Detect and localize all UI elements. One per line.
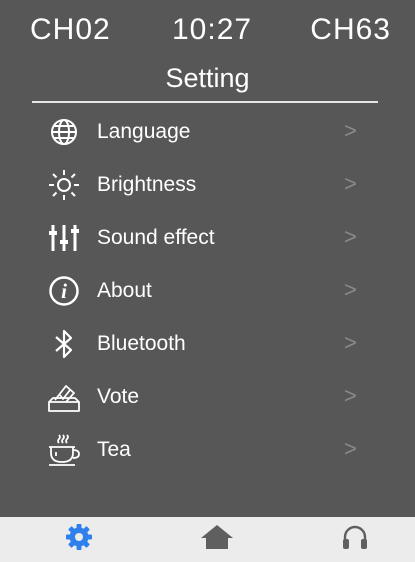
right-channel: CH63 bbox=[310, 13, 391, 46]
bottom-tab-bar bbox=[0, 517, 415, 562]
headphones-icon bbox=[341, 524, 369, 555]
ballot-icon bbox=[46, 379, 82, 415]
menu-item-language[interactable]: Language > bbox=[0, 105, 415, 158]
left-channel: CH02 bbox=[30, 13, 111, 46]
menu-item-label: About bbox=[97, 279, 152, 302]
menu-item-about[interactable]: i About > bbox=[0, 264, 415, 317]
info-icon: i bbox=[46, 273, 82, 309]
menu-item-label: Tea bbox=[97, 438, 131, 461]
bluetooth-icon bbox=[46, 326, 82, 362]
globe-icon bbox=[46, 114, 82, 150]
chevron-right-icon: > bbox=[344, 171, 357, 196]
menu-item-brightness[interactable]: Brightness > bbox=[0, 158, 415, 211]
menu-item-label: Vote bbox=[97, 385, 140, 408]
menu-item-bluetooth[interactable]: Bluetooth > bbox=[0, 317, 415, 370]
svg-text:i: i bbox=[61, 279, 67, 303]
chevron-right-icon: > bbox=[344, 277, 357, 302]
menu-item-label: Bluetooth bbox=[97, 332, 186, 355]
menu-item-label: Sound effect bbox=[97, 226, 215, 249]
chevron-right-icon: > bbox=[344, 224, 357, 249]
status-bar: CH02 10:27 CH63 bbox=[0, 0, 415, 56]
chevron-right-icon: > bbox=[344, 118, 357, 143]
clock-time: 10:27 bbox=[172, 13, 253, 46]
tab-settings[interactable] bbox=[44, 517, 114, 562]
menu-item-sound-effect[interactable]: Sound effect > bbox=[0, 211, 415, 264]
chevron-right-icon: > bbox=[344, 330, 357, 355]
page-title: Setting bbox=[165, 63, 250, 93]
menu-item-label: Language bbox=[97, 120, 191, 143]
tab-audio[interactable] bbox=[320, 517, 390, 562]
gear-icon bbox=[65, 523, 93, 556]
title-divider bbox=[32, 101, 378, 103]
menu-item-tea[interactable]: Tea > bbox=[0, 423, 415, 476]
tab-home[interactable] bbox=[182, 517, 252, 562]
settings-screen: CH02 10:27 CH63 Setting Language > Brigh… bbox=[0, 0, 415, 562]
home-icon bbox=[200, 524, 234, 555]
equalizer-icon bbox=[46, 220, 82, 256]
tea-cup-icon bbox=[46, 432, 82, 468]
sun-icon bbox=[46, 167, 82, 203]
chevron-right-icon: > bbox=[344, 436, 357, 461]
menu-item-label: Brightness bbox=[97, 173, 197, 196]
chevron-right-icon: > bbox=[344, 383, 357, 408]
menu-item-vote[interactable]: Vote > bbox=[0, 370, 415, 423]
